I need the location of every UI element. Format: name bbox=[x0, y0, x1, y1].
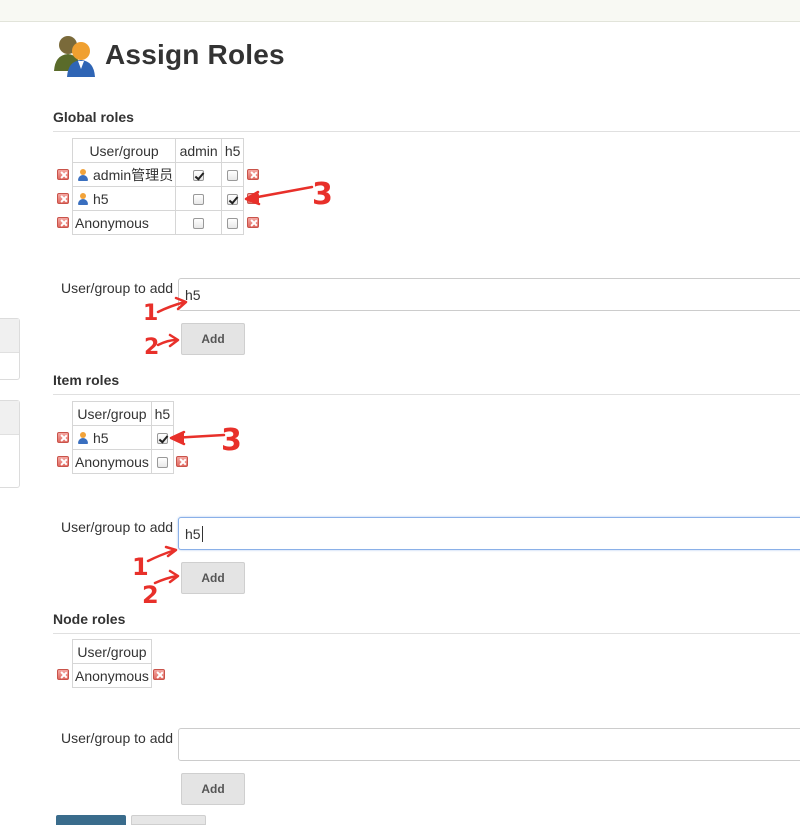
add-user-label: User/group to add bbox=[61, 280, 174, 296]
remove-row-icon[interactable] bbox=[57, 669, 69, 680]
user-icon bbox=[77, 192, 89, 205]
remove-row-icon[interactable] bbox=[57, 456, 69, 467]
apply-button[interactable] bbox=[131, 815, 206, 825]
remove-row-icon[interactable] bbox=[57, 432, 69, 443]
annotation-step-1: 1 bbox=[132, 553, 149, 581]
remove-row-icon[interactable] bbox=[247, 169, 259, 180]
item-add-button[interactable]: Add bbox=[181, 562, 245, 594]
checkbox-anonymous-admin[interactable] bbox=[193, 218, 205, 230]
global-roles-heading: Global roles bbox=[53, 109, 800, 132]
column-header: User/group bbox=[71, 138, 177, 163]
page-header: Assign Roles bbox=[53, 33, 285, 77]
annotation-arrow-head bbox=[164, 545, 178, 558]
user-name: Anonymous bbox=[75, 667, 149, 684]
node-add-user-input[interactable] bbox=[178, 728, 800, 761]
side-panel-2 bbox=[0, 400, 20, 488]
remove-row-icon[interactable] bbox=[176, 456, 188, 467]
save-button[interactable] bbox=[56, 815, 126, 825]
annotation-step-3: 3 bbox=[312, 177, 333, 212]
checkbox-anonymous-h5[interactable] bbox=[227, 218, 239, 230]
annotation-arrow-head bbox=[168, 569, 180, 584]
node-add-button[interactable]: Add bbox=[181, 773, 245, 805]
table-row: Anonymous bbox=[72, 449, 174, 474]
column-header: User/group bbox=[72, 639, 152, 664]
annotation-arrow-head bbox=[168, 333, 180, 348]
column-header: h5 bbox=[150, 401, 174, 426]
user-name: Anonymous bbox=[75, 214, 149, 231]
user-icon bbox=[77, 168, 89, 181]
annotation-step-2: 2 bbox=[144, 335, 159, 360]
remove-row-icon[interactable] bbox=[57, 217, 69, 228]
checkbox-admin-h5[interactable] bbox=[227, 170, 239, 182]
annotation-arrow bbox=[146, 548, 177, 563]
checkbox-anonymous-h5[interactable] bbox=[156, 457, 168, 469]
checkbox-h5-h5[interactable] bbox=[156, 433, 168, 445]
item-roles-heading: Item roles bbox=[53, 372, 800, 395]
user-name: admin管理员 bbox=[93, 166, 174, 183]
table-row: h5 bbox=[71, 186, 245, 211]
annotation-step-2: 2 bbox=[142, 581, 159, 609]
input-value: h5 bbox=[185, 525, 201, 542]
global-add-user-input[interactable]: h5 bbox=[178, 278, 800, 311]
item-add-user-input[interactable]: h5 bbox=[178, 517, 800, 550]
user-name: h5 bbox=[93, 190, 109, 207]
user-icon bbox=[77, 431, 89, 444]
table-row: Anonymous bbox=[72, 663, 152, 688]
column-header: User/group bbox=[72, 401, 152, 426]
annotation-step-3: 3 bbox=[221, 423, 242, 458]
annotation-arrow bbox=[153, 574, 179, 585]
global-roles-table: User/group admin h5 admin管理员 h5 Anonymou… bbox=[71, 138, 245, 235]
column-header: admin bbox=[175, 138, 223, 163]
input-value: h5 bbox=[185, 286, 201, 303]
user-name: h5 bbox=[93, 429, 109, 446]
item-roles-table: User/group h5 h5 Anonymous bbox=[72, 401, 174, 474]
checkbox-h5-h5[interactable] bbox=[227, 194, 239, 206]
annotation-step-1: 1 bbox=[143, 301, 158, 326]
add-user-label: User/group to add bbox=[61, 730, 174, 746]
annotation-arrow bbox=[156, 338, 178, 347]
remove-row-icon[interactable] bbox=[57, 193, 69, 204]
user-name: Anonymous bbox=[75, 453, 149, 470]
checkbox-admin-admin[interactable] bbox=[193, 170, 205, 182]
table-row: h5 bbox=[72, 425, 174, 450]
text-caret bbox=[201, 525, 203, 542]
side-panel-1 bbox=[0, 318, 20, 380]
checkbox-h5-admin[interactable] bbox=[193, 194, 205, 206]
node-roles-heading: Node roles bbox=[53, 611, 800, 634]
remove-row-icon[interactable] bbox=[247, 193, 259, 204]
top-bar bbox=[0, 0, 800, 22]
column-header: h5 bbox=[221, 138, 245, 163]
page-title: Assign Roles bbox=[105, 39, 285, 70]
global-add-button[interactable]: Add bbox=[181, 323, 245, 355]
remove-row-icon[interactable] bbox=[57, 169, 69, 180]
table-row: Anonymous bbox=[71, 210, 245, 235]
annotation-arrow bbox=[170, 433, 226, 440]
table-row: admin管理员 bbox=[71, 162, 245, 187]
assign-roles-icon bbox=[54, 36, 95, 77]
remove-row-icon[interactable] bbox=[247, 217, 259, 228]
remove-row-icon[interactable] bbox=[153, 669, 165, 680]
add-user-label: User/group to add bbox=[61, 519, 174, 535]
node-roles-table: User/group Anonymous bbox=[72, 639, 152, 688]
